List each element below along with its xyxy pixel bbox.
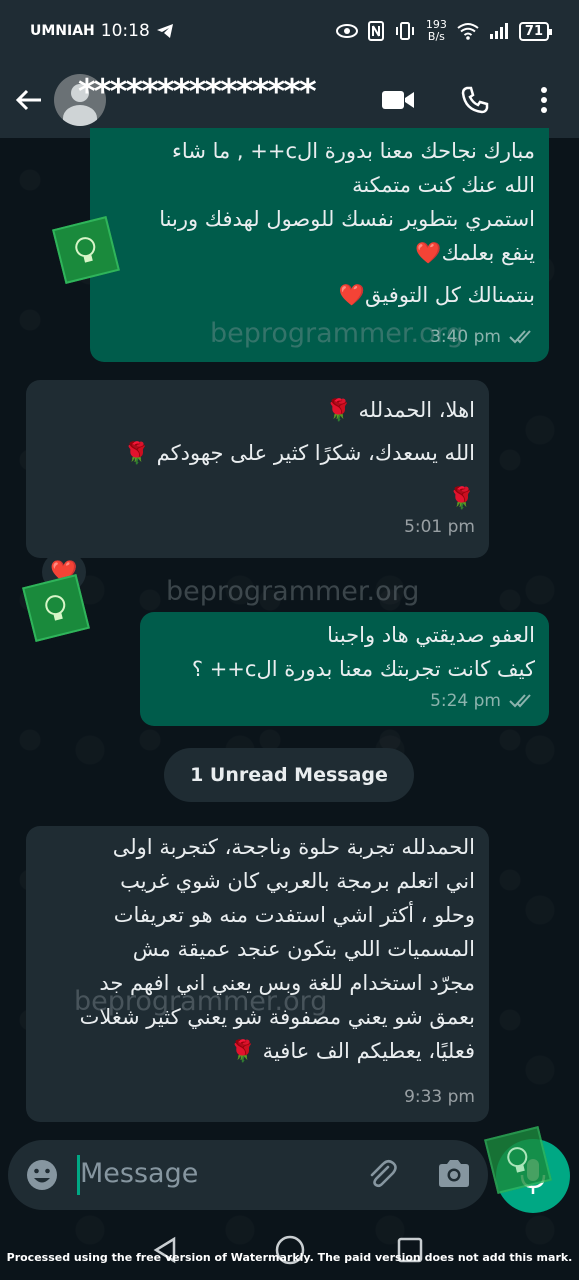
chat-header: ***************	[0, 62, 579, 138]
watermark-text: beprogrammer.org	[210, 318, 464, 349]
network-speed-unit: B/s	[427, 30, 445, 43]
watermark-text: beprogrammer.org	[166, 576, 420, 607]
video-call-icon	[382, 91, 414, 109]
message-meta: 5:24 pm	[430, 684, 535, 718]
back-button[interactable]	[4, 70, 54, 130]
wifi-icon	[457, 23, 479, 40]
unread-divider: 1 Unread Message	[164, 748, 414, 802]
more-options-button[interactable]	[522, 78, 566, 122]
message-line: بنتمنالك كل التوفيق❤️	[338, 283, 535, 307]
phone-icon	[461, 86, 489, 114]
message-input[interactable]: Message	[80, 1158, 198, 1189]
more-vertical-icon	[541, 87, 547, 113]
message-bubble-incoming[interactable]: الحمدلله تجربة حلوة وناجحة، كتجربة اولى …	[26, 826, 489, 1122]
processing-note: Processed using the free version of Wate…	[6, 1251, 573, 1264]
status-bar: UMNIAH 10:18 193 B/s 71	[0, 0, 579, 62]
message-bubble-outgoing[interactable]: العفو صديقتي هاد واجبنا كيف كانت تجربتك …	[140, 612, 549, 726]
status-clock: 10:18	[100, 21, 150, 41]
carrier-name: UMNIAH	[30, 23, 95, 39]
emoji-icon	[27, 1160, 57, 1190]
message-line: العفو صديقتي هاد واجبنا	[327, 623, 535, 647]
watermark-text: beprogrammer.org	[74, 986, 328, 1017]
eye-icon	[335, 24, 358, 38]
message-line: الله عنك كنت متمكنة	[352, 173, 535, 197]
message-meta: 5:01 pm	[404, 504, 475, 550]
back-arrow-icon	[15, 89, 41, 111]
camera-button[interactable]	[436, 1156, 472, 1196]
message-time: 5:01 pm	[404, 517, 475, 537]
system-nav-bar	[0, 1218, 579, 1280]
message-bubble-incoming[interactable]: اهلا، الحمدلله 🌹 الله يسعدك، شكرًا كثير …	[26, 380, 489, 558]
message-time: 9:33 pm	[404, 1087, 475, 1107]
attach-icon	[370, 1159, 397, 1188]
status-left: UMNIAH 10:18	[30, 21, 174, 41]
voice-call-button[interactable]	[453, 78, 497, 122]
message-line: الله يسعدك، شكرًا كثير على جهودكم 🌹	[123, 441, 475, 465]
message-line: كيف كانت تجربتك معنا بدورة الc++ ؟	[191, 657, 535, 681]
message-line: اهلا، الحمدلله 🌹	[325, 398, 475, 422]
attach-button[interactable]	[364, 1157, 400, 1197]
message-line: فعليًا، يعطيكم الف عافية 🌹	[229, 1039, 475, 1063]
signal-icon	[489, 23, 508, 39]
message-line: وحلو ، أكثر اشي استفدت منه هو تعريفات	[113, 903, 475, 927]
nfc-icon	[367, 21, 384, 41]
message-line: المسميات اللي بتكون عنجد عميقة مش	[132, 937, 475, 961]
message-line: اني اتعلم برمجة بالعربي كان شوي غريب	[120, 869, 475, 893]
vibrate-icon	[395, 22, 414, 40]
emoji-button[interactable]	[24, 1157, 60, 1197]
message-composer: Message	[8, 1140, 488, 1210]
status-right: 193 B/s 71	[335, 19, 553, 43]
message-time: 5:24 pm	[430, 691, 501, 711]
message-meta: 9:33 pm	[404, 1080, 475, 1114]
message-line: ينفع بعلمك❤️	[415, 241, 535, 265]
battery-indicator: 71	[518, 21, 553, 41]
contact-name[interactable]: ***************	[78, 72, 317, 112]
message-line: مبارك نجاحك معنا بدورة الc++ , ما شاء	[172, 139, 535, 163]
telegram-icon	[156, 24, 173, 38]
video-call-button[interactable]	[376, 78, 420, 122]
message-line: استمري بتطوير نفسك للوصول لهدفك وربنا	[159, 207, 535, 231]
double-check-icon	[509, 330, 531, 344]
double-check-icon	[509, 694, 531, 708]
message-line: الحمدلله تجربة حلوة وناجحة، كتجربة اولى	[112, 835, 475, 859]
network-speed: 193 B/s	[426, 19, 447, 43]
camera-icon	[439, 1160, 469, 1187]
